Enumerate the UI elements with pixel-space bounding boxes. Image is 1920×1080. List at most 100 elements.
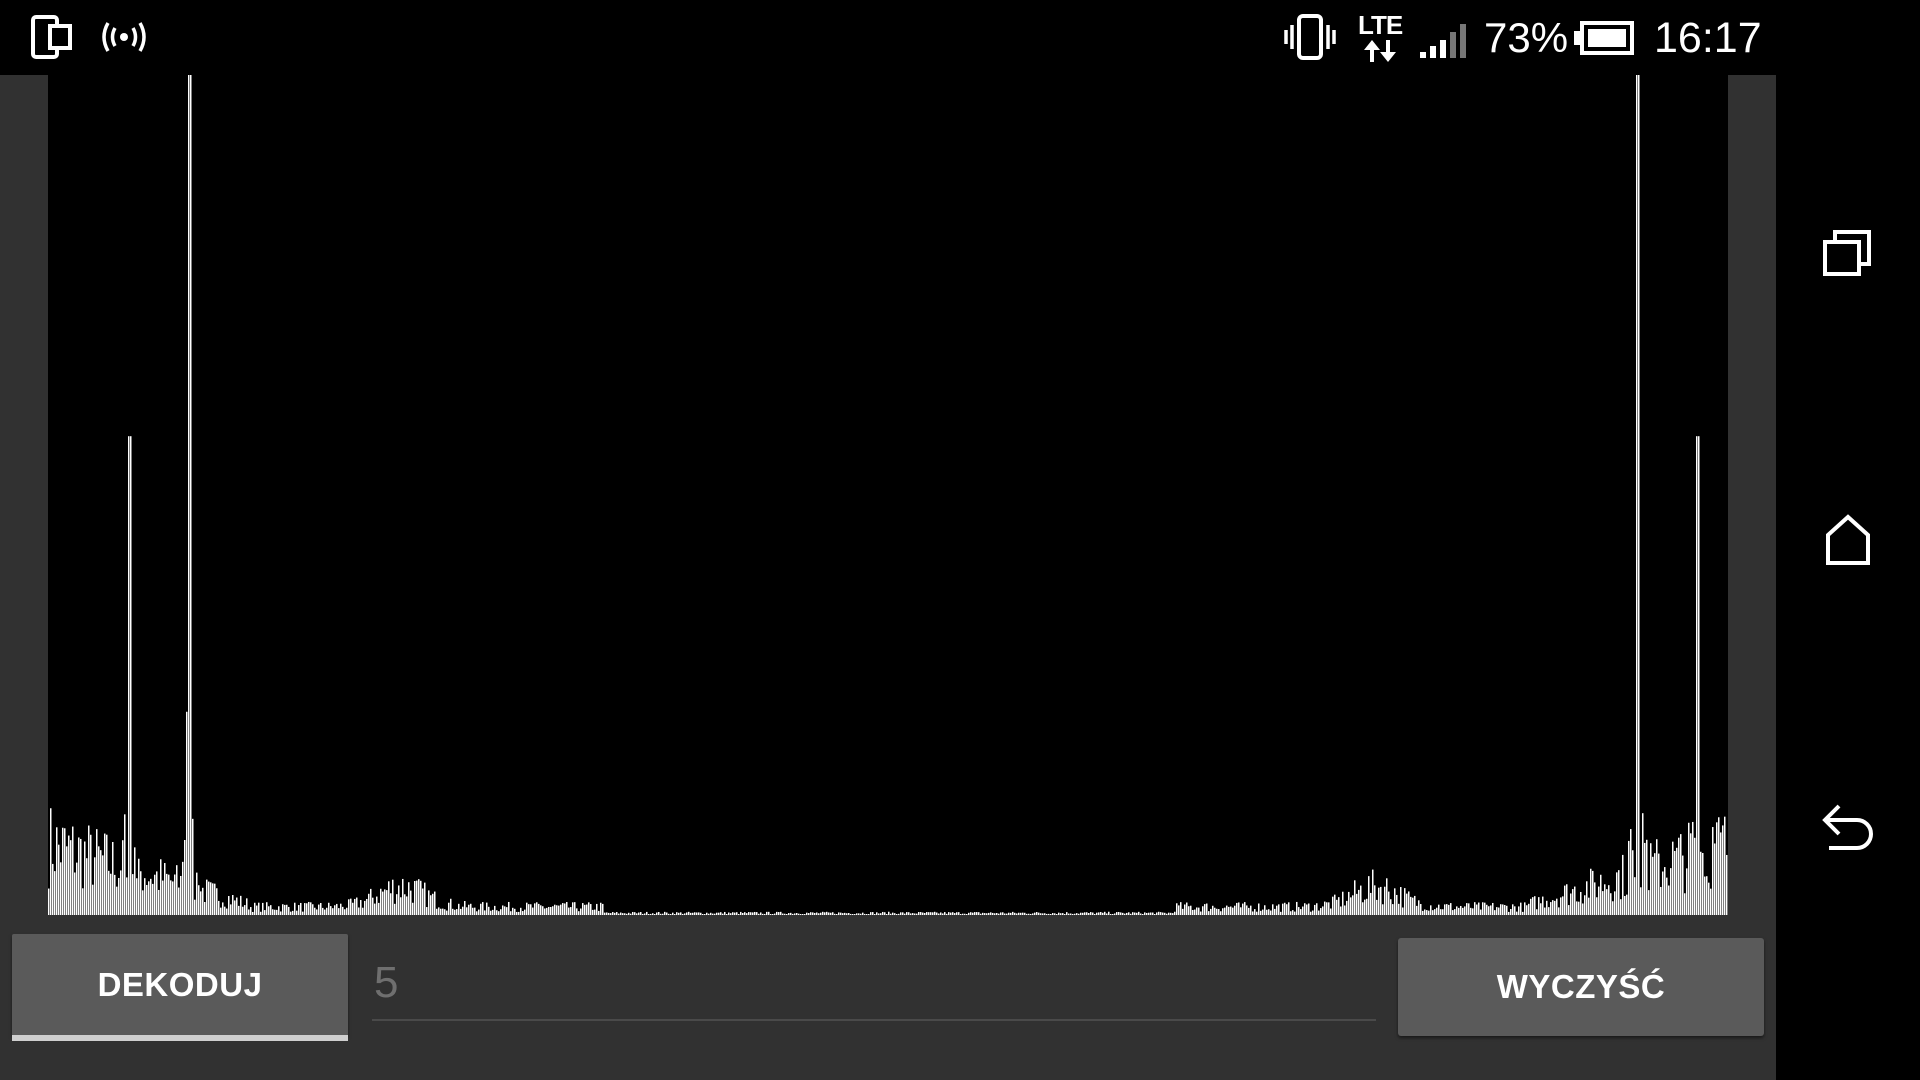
spectrum-bar (318, 904, 320, 915)
spectrum-bar (522, 911, 524, 915)
spectrum-bar (288, 906, 290, 915)
spectrum-bar (110, 873, 112, 915)
spectrum-bar (1370, 892, 1372, 915)
spectrum-bar (682, 913, 684, 915)
spectrum-bar (714, 913, 716, 915)
back-button[interactable] (1812, 791, 1884, 863)
spectrum-bar (260, 911, 262, 915)
spectrum-bar (774, 913, 776, 915)
spectrum-bar (1554, 900, 1556, 915)
spectrum-bar (1614, 891, 1616, 915)
spectrum-bar (1418, 900, 1420, 915)
spectrum-bar (600, 902, 602, 915)
vibrate-icon (1284, 12, 1336, 67)
spectrum-bar (746, 913, 748, 915)
spectrum-bar (772, 914, 774, 915)
spectrum-bar (1206, 903, 1208, 915)
spectrum-bar (1210, 908, 1212, 915)
spectrum-bar (1244, 902, 1246, 915)
spectrum-bar (128, 436, 130, 915)
spectrum-bar (268, 906, 270, 915)
spectrum-bar (68, 835, 70, 915)
spectrum-bar (830, 912, 832, 915)
spectrum-bar (668, 913, 670, 915)
spectrum-bar (826, 911, 828, 915)
clear-button[interactable]: WYCZYŚĆ (1398, 938, 1764, 1036)
spectrum-bar (1330, 908, 1332, 915)
spectrum-bar (628, 912, 630, 915)
spectrum-bar (58, 844, 60, 915)
spectrum-bar (710, 912, 712, 915)
spectrum-bar (1238, 902, 1240, 915)
decode-button[interactable]: DEKODUJ (12, 934, 348, 1036)
spectrum-bar (986, 913, 988, 915)
spectrum-bar (618, 913, 620, 915)
home-button[interactable] (1812, 504, 1884, 576)
spectrum-bar (358, 907, 360, 915)
spectrum-bar (1682, 855, 1684, 915)
spectrum-bar (728, 912, 730, 915)
spectrum-bar (828, 912, 830, 915)
spectrum-bar (784, 913, 786, 915)
spectrum-bar (1240, 907, 1242, 915)
spectrum-bar (584, 904, 586, 915)
spectrum-bar (1126, 912, 1128, 915)
spectrum-bar (1302, 906, 1304, 915)
spectrum-bar (132, 874, 134, 915)
spectrum-bar (1376, 899, 1378, 915)
spectrum-bar (322, 907, 324, 915)
spectrum-bar (666, 912, 668, 915)
spectrum-display (48, 75, 1728, 915)
spectrum-bar (224, 906, 226, 915)
spectrum-bar (166, 873, 168, 915)
spectrum-bar (1676, 847, 1678, 915)
spectrum-bar (474, 907, 476, 915)
spectrum-bar (974, 912, 976, 915)
spectrum-bar (324, 909, 326, 915)
spectrum-bar (394, 903, 396, 915)
spectrum-bar (1116, 912, 1118, 915)
recent-apps-button[interactable] (1812, 217, 1884, 289)
spectrum-bar (1416, 905, 1418, 915)
spectrum-bar (1344, 905, 1346, 915)
spectrum-bar (1372, 869, 1374, 915)
spectrum-bar (814, 912, 816, 915)
spectrum-bar (562, 903, 564, 915)
spectrum-bar (1678, 837, 1680, 915)
spectrum-bar (730, 913, 732, 915)
spectrum-bar (1424, 909, 1426, 915)
spectrum-bar (142, 890, 144, 915)
spectrum-bar (1310, 911, 1312, 915)
spectrum-bar (1552, 900, 1554, 915)
spectrum-bar (1412, 897, 1414, 915)
spectrum-bar (1526, 905, 1528, 915)
spectrum-bar (930, 912, 932, 915)
spectrum-bar (238, 905, 240, 915)
spectrum-bar (1266, 909, 1268, 915)
spectrum-bar (120, 870, 122, 915)
spectrum-bar (118, 877, 120, 915)
spectrum-bar (1098, 912, 1100, 915)
spectrum-bar (1512, 904, 1514, 915)
spectrum-bar (154, 874, 156, 915)
number-input[interactable] (372, 950, 1378, 1016)
spectrum-bar (1598, 886, 1600, 915)
spectrum-bar (1548, 907, 1550, 915)
spectrum-bar (482, 902, 484, 915)
spectrum-bar (1574, 886, 1576, 915)
spectrum-bar (1168, 912, 1170, 915)
spectrum-bar (1326, 902, 1328, 915)
spectrum-bar (472, 907, 474, 915)
spectrum-bar (100, 850, 102, 915)
spectrum-bar (60, 862, 62, 915)
spectrum-bar (456, 909, 458, 915)
spectrum-bar (946, 913, 948, 915)
spectrum-bar (1532, 897, 1534, 915)
spectrum-bar (1020, 912, 1022, 915)
spectrum-bar (578, 911, 580, 915)
spectrum-bar (798, 913, 800, 915)
spectrum-bar (1332, 896, 1334, 915)
spectrum-bar (816, 912, 818, 915)
spectrum-bar (146, 884, 148, 915)
spectrum-bar (918, 912, 920, 915)
